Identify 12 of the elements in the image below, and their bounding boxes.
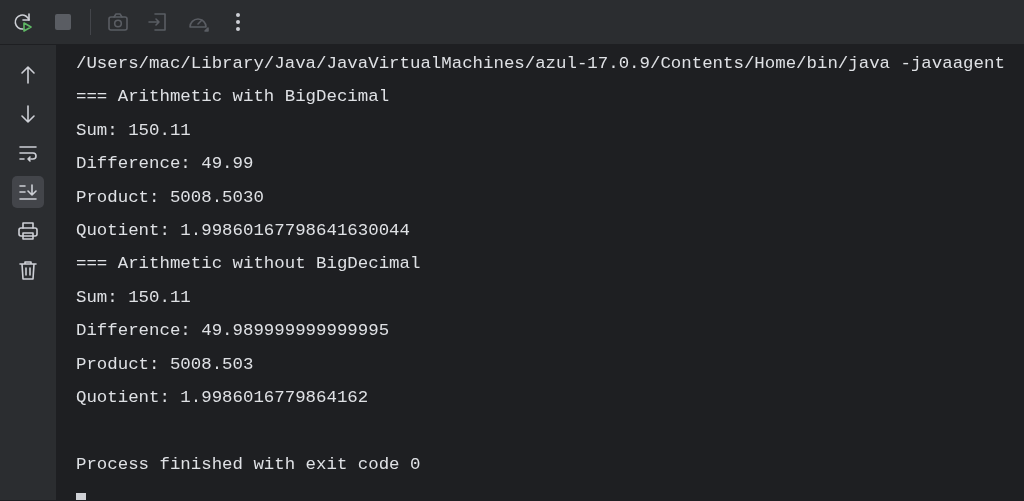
console-line: Quotient: 1.9986016779864162 <box>76 387 369 407</box>
console-line: /Users/mac/Library/Java/JavaVirtualMachines/azul-17.0.9/Contents/Home/bin/java -javaagent <box>76 54 1005 73</box>
console-line: Sum: 150.11 <box>76 287 191 307</box>
console-line: === Arithmetic with BigDecimal <box>76 87 390 107</box>
console-line: Process finished with exit code 0 <box>76 454 421 474</box>
console-line: Difference: 49.99 <box>76 154 254 174</box>
console-line: Quotient: 1.99860167798641630044 <box>76 220 410 240</box>
console-line: Sum: 150.11 <box>76 120 191 140</box>
console-line: Product: 5008.503 <box>76 354 254 374</box>
console-line: === Arithmetic without BigDecimal <box>76 254 421 274</box>
console-line: Product: 5008.5030 <box>76 187 264 207</box>
console-line: Difference: 49.989999999999995 <box>76 321 390 341</box>
